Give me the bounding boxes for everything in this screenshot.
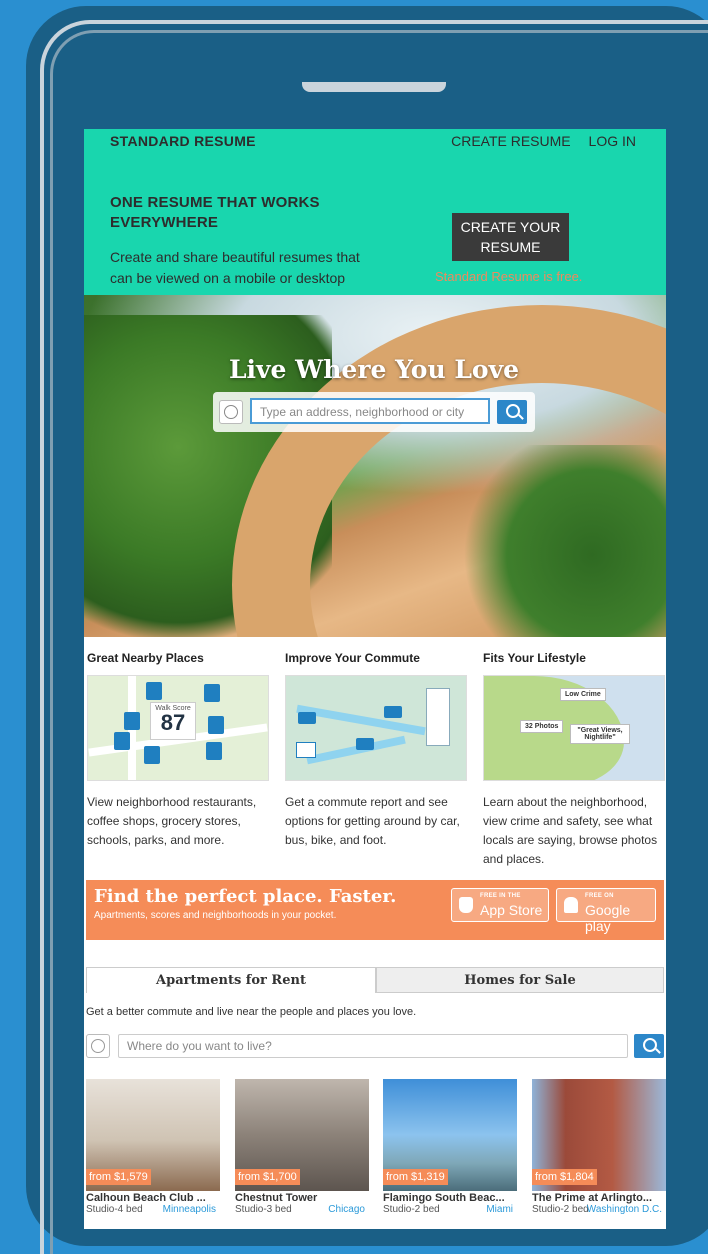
listing-price: from $1,319	[383, 1169, 448, 1185]
low-crime-tag: Low Crime	[560, 688, 606, 701]
listing-photo: from $1,579	[86, 1079, 220, 1191]
feature-text: Learn about the neighborhood, view crime…	[483, 795, 658, 866]
hero-title: Live Where You Love	[228, 355, 520, 384]
feature-nearby-places: Great Nearby Places Walk Score 87 View ne…	[87, 651, 271, 850]
quote-tag: "Great Views, Nightlife"	[570, 724, 630, 744]
listing-card[interactable]: from $1,319 Flamingo South Beac... Studi…	[383, 1079, 517, 1215]
listing-name[interactable]: Calhoun Beach Club ...	[86, 1192, 214, 1204]
map-pin-icon	[124, 712, 140, 730]
listing-name[interactable]: Flamingo South Beac...	[383, 1192, 511, 1204]
listing-price: from $1,700	[235, 1169, 300, 1185]
brand-logo[interactable]: STANDARD RESUME	[110, 133, 256, 149]
listing-meta: Studio-3 bed Chicago	[235, 1204, 365, 1215]
banner-body: Create and share beautiful resumes that …	[110, 249, 360, 286]
map-pin-icon	[146, 682, 162, 700]
hero-tree-right	[462, 445, 666, 637]
tab-homes-for-sale[interactable]: Homes for Sale	[376, 967, 664, 993]
address-search-input[interactable]: Type an address, neighborhood or city	[250, 398, 490, 424]
listing-meta: Studio-2 bed Washington D.C.	[532, 1204, 662, 1215]
map-pin-icon	[206, 742, 222, 760]
listing-name[interactable]: The Prime at Arlingto...	[532, 1192, 660, 1204]
walk-score-badge: Walk Score 87	[150, 702, 196, 740]
feature-text: Get a commute report and see options for…	[285, 795, 460, 847]
feature-lifestyle: Fits Your Lifestyle Low Crime 32 Photos …	[483, 651, 666, 869]
listing-city[interactable]: Minneapolis	[163, 1204, 216, 1215]
commute-map	[285, 675, 467, 781]
listing-city[interactable]: Miami	[486, 1204, 513, 1215]
search-icon	[506, 404, 520, 418]
promo-subtitle: Apartments, scores and neighborhoods in …	[94, 910, 337, 921]
listing-photo: from $1,700	[235, 1079, 369, 1191]
feature-title: Fits Your Lifestyle	[483, 651, 586, 665]
listing-tabs: Apartments for Rent Homes for Sale	[86, 967, 664, 993]
listing-meta: Studio-4 bed Minneapolis	[86, 1204, 216, 1215]
banner-heading: ONE RESUME THAT WORKS EVERYWHERE	[110, 194, 320, 231]
map-pin-icon	[114, 732, 130, 750]
search-button[interactable]	[497, 400, 527, 424]
locate-icon[interactable]	[219, 400, 243, 424]
phone-speaker	[302, 82, 446, 92]
app-promo-banner: Find the perfect place. Faster. Apartmen…	[86, 880, 664, 940]
listing-city[interactable]: Washington D.C.	[587, 1204, 662, 1215]
search-subtitle: Get a better commute and live near the p…	[86, 1006, 417, 1018]
search-button[interactable]	[634, 1034, 664, 1058]
search-icon	[643, 1038, 657, 1052]
listing-meta: Studio-2 bed Miami	[383, 1204, 513, 1215]
listing-price: from $1,804	[532, 1169, 597, 1185]
top-nav: CREATE RESUME LOG IN	[437, 133, 636, 149]
map-pin-icon	[144, 746, 160, 764]
locate-icon[interactable]	[86, 1034, 110, 1058]
google-play-button[interactable]: FREE ON Google play	[556, 888, 656, 934]
feature-commute: Improve Your Commute Get a commute repor…	[285, 651, 469, 850]
android-icon	[564, 897, 578, 913]
listing-card[interactable]: from $1,700 Chestnut Tower Studio-3 bed C…	[235, 1079, 369, 1215]
hero-search-box: Type an address, neighborhood or city	[213, 392, 535, 432]
map-pin-icon	[204, 684, 220, 702]
listing-photo: from $1,319	[383, 1079, 517, 1191]
listing-name[interactable]: Chestnut Tower	[235, 1192, 363, 1204]
nearby-places-map: Walk Score 87	[87, 675, 269, 781]
nav-create-resume[interactable]: CREATE RESUME	[451, 133, 571, 149]
listing-price: from $1,579	[86, 1169, 151, 1185]
nav-log-in[interactable]: LOG IN	[589, 133, 636, 149]
location-search-input[interactable]: Where do you want to live?	[118, 1034, 628, 1058]
map-pin-icon	[208, 716, 224, 734]
apple-icon	[459, 897, 473, 913]
app-store-button[interactable]: FREE IN THE App Store	[451, 888, 549, 922]
home-icon	[296, 742, 316, 758]
lifestyle-map: Low Crime 32 Photos "Great Views, Nightl…	[483, 675, 665, 781]
listing-photo: from $1,804	[532, 1079, 666, 1191]
free-note: Standard Resume is free.	[435, 269, 583, 284]
standard-resume-banner: STANDARD RESUME CREATE RESUME LOG IN ONE…	[84, 129, 666, 295]
phone-screen: STANDARD RESUME CREATE RESUME LOG IN ONE…	[84, 129, 666, 1229]
hero-section: Live Where You Love Type an address, nei…	[84, 295, 666, 637]
listing-city[interactable]: Chicago	[328, 1204, 365, 1215]
feature-title: Improve Your Commute	[285, 651, 420, 665]
feature-title: Great Nearby Places	[87, 651, 204, 665]
listing-card[interactable]: from $1,804 The Prime at Arlingto... Stu…	[532, 1079, 666, 1215]
create-resume-button[interactable]: CREATE YOUR RESUME	[452, 213, 569, 261]
feature-text: View neighborhood restaurants, coffee sh…	[87, 795, 257, 847]
tab-apartments-for-rent[interactable]: Apartments for Rent	[86, 967, 376, 993]
listing-card[interactable]: from $1,579 Calhoun Beach Club ... Studi…	[86, 1079, 220, 1215]
promo-title: Find the perfect place. Faster.	[94, 886, 397, 907]
photos-tag: 32 Photos	[520, 720, 564, 733]
